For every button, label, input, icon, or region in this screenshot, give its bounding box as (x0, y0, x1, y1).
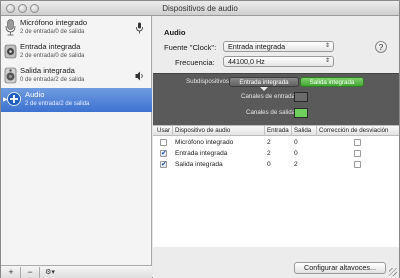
line-in-icon (4, 44, 17, 59)
configure-speakers-button[interactable]: Configurar altavoces... (294, 262, 386, 274)
drift-checkbox[interactable] (354, 150, 361, 157)
input-cell: 0 (267, 161, 271, 168)
input-cell: 2 (267, 139, 271, 146)
toolbar-divider (39, 267, 40, 278)
gear-menu-button[interactable]: ⚙▾ (41, 267, 59, 278)
subdevices-label: Subdispositivos: (186, 78, 231, 85)
device-item-audio[interactable]: ▶ Audio 2 de entrada/2 de salida (1, 88, 152, 112)
microphone-small-icon (136, 22, 143, 34)
drift-checkbox[interactable] (354, 161, 361, 168)
title-bar: Dispositivos de audio (1, 1, 399, 16)
clock-source-popup[interactable]: Entrada integrada ⇕ (223, 41, 334, 52)
subdevice-tab-entrada[interactable]: Entrada integrada (229, 77, 299, 87)
remove-device-button[interactable]: − (22, 267, 38, 278)
device-cell: Entrada integrada (175, 150, 228, 157)
device-name: Audio (25, 90, 45, 99)
col-header-device[interactable]: Dispositivo de audio (175, 127, 230, 134)
audio-devices-window: Dispositivos de audio Micrófono integrad… (0, 0, 400, 278)
device-detail-pane: Audio Fuente "Clock": Entrada integrada … (153, 16, 399, 278)
table-row[interactable]: Micrófono integrado 2 0 (153, 137, 399, 148)
device-channels: 2 de entrada/0 de salida (20, 29, 85, 35)
device-list: Micrófono integrado 2 de entrada/0 de sa… (1, 16, 152, 265)
device-item-microfono[interactable]: Micrófono integrado 2 de entrada/0 de sa… (1, 16, 152, 40)
device-channels: 2 de entrada/2 de salida (25, 101, 90, 107)
device-name: Micrófono integrado (20, 18, 88, 27)
column-divider (264, 126, 265, 136)
speaker-icon (4, 67, 17, 84)
drift-checkbox[interactable] (354, 139, 361, 146)
column-divider (316, 126, 317, 136)
table-row[interactable]: ✔ Salida integrada 0 2 (153, 159, 399, 170)
updown-chevron-icon: ⇕ (324, 58, 330, 64)
selection-pointer-icon (260, 87, 268, 91)
microphone-icon (5, 19, 16, 36)
subdevices-panel: Subdispositivos: Entrada integrada Salid… (153, 73, 399, 132)
device-channels: 0 de entrada/2 de salida (20, 77, 85, 83)
device-name: Entrada integrada (20, 42, 81, 51)
aggregate-plus-icon (7, 92, 21, 106)
updown-chevron-icon: ⇕ (324, 43, 330, 49)
subdevice-table: Usar Dispositivo de audio Entrada Salida… (153, 125, 399, 247)
table-header: Usar Dispositivo de audio Entrada Salida… (153, 126, 399, 136)
column-divider (172, 126, 173, 136)
frequency-value: 44100,0 Hz (228, 57, 265, 66)
clock-source-value: Entrada integrada (228, 42, 286, 51)
use-checkbox[interactable] (160, 139, 167, 146)
resize-grip-icon[interactable] (389, 268, 397, 276)
column-divider (291, 126, 292, 136)
use-checkbox[interactable]: ✔ (160, 150, 167, 157)
clock-source-label: Fuente "Clock": (164, 43, 217, 52)
output-channels-indicator[interactable] (294, 108, 308, 118)
input-channels-indicator[interactable] (294, 92, 308, 102)
section-title: Audio (164, 28, 186, 37)
output-cell: 2 (294, 161, 298, 168)
use-checkbox[interactable]: ✔ (160, 161, 167, 168)
speaker-small-icon (135, 71, 143, 81)
toolbar-divider (20, 267, 21, 278)
frequency-label: Frecuencia: (175, 58, 215, 67)
output-cell: 0 (294, 150, 298, 157)
add-device-button[interactable]: + (3, 267, 19, 278)
output-cell: 0 (294, 139, 298, 146)
col-header-drift[interactable]: Corrección de desviación (319, 127, 388, 134)
window-title: Dispositivos de audio (162, 4, 238, 13)
help-button[interactable]: ? (375, 41, 387, 53)
device-name: Salida integrada (20, 66, 75, 75)
device-item-entrada[interactable]: Entrada integrada 2 de entrada/0 de sali… (1, 40, 152, 64)
device-channels: 2 de entrada/0 de salida (20, 53, 85, 59)
col-header-input[interactable]: Entrada (267, 127, 289, 134)
subdevice-tab-salida[interactable]: Salida integrada (300, 77, 364, 87)
output-channels-label: Canales de salida: (246, 109, 297, 116)
device-item-salida[interactable]: Salida integrada 0 de entrada/2 de salid… (1, 64, 152, 88)
device-cell: Salida integrada (175, 161, 223, 168)
col-header-output[interactable]: Salida (294, 127, 311, 134)
table-row[interactable]: ✔ Entrada integrada 2 0 (153, 148, 399, 159)
input-cell: 2 (267, 150, 271, 157)
input-channels-label: Canales de entrada: (241, 93, 297, 100)
sidebar-toolbar: + − ⚙▾ (1, 265, 152, 278)
frequency-popup[interactable]: 44100,0 Hz ⇕ (223, 56, 334, 67)
device-cell: Micrófono integrado (175, 139, 234, 146)
col-header-use[interactable]: Usar (157, 127, 170, 134)
